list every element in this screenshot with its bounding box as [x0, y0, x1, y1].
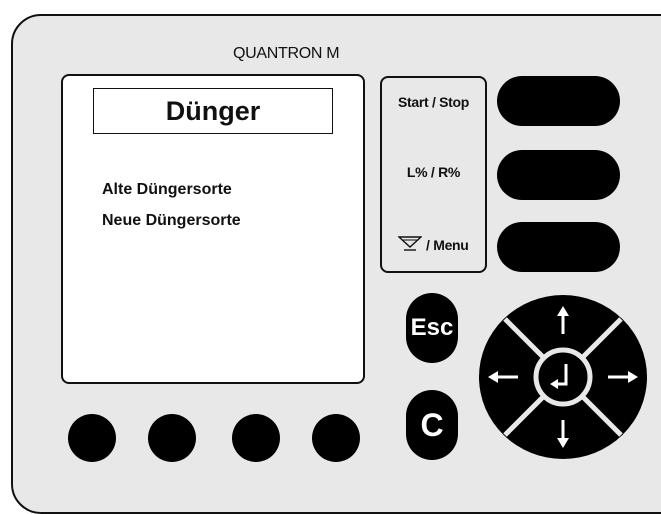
menu-label-text: / Menu: [426, 237, 469, 253]
start-stop-label: Start / Stop: [397, 94, 470, 110]
function-key-1[interactable]: [68, 414, 116, 462]
menu-button[interactable]: [497, 222, 620, 272]
screen-title: Dünger: [93, 88, 333, 134]
navigation-pad: [479, 295, 647, 459]
clear-button[interactable]: C: [406, 390, 458, 460]
function-key-4[interactable]: [312, 414, 360, 462]
menu-label: / Menu: [382, 236, 485, 253]
function-key-2[interactable]: [148, 414, 196, 462]
brand-label: QUANTRON M: [233, 45, 340, 62]
enter-icon[interactable]: [533, 347, 593, 407]
softkey-label-panel: Start / Stop L% / R% / Menu: [380, 76, 487, 273]
display-screen: Dünger Alte Düngersorte Neue Düngersorte: [61, 74, 365, 384]
menu-item-neue-duengersorte[interactable]: Neue Düngersorte: [102, 205, 241, 236]
menu-list: Alte Düngersorte Neue Düngersorte: [102, 174, 241, 236]
esc-button[interactable]: Esc: [406, 293, 458, 363]
lr-percent-label: L% / R%: [406, 164, 461, 180]
menu-item-alte-duengersorte[interactable]: Alte Düngersorte: [102, 174, 241, 205]
start-stop-button[interactable]: [497, 76, 620, 126]
lr-percent-button[interactable]: [497, 150, 620, 200]
function-key-3[interactable]: [232, 414, 280, 462]
funnel-icon: [397, 236, 424, 251]
